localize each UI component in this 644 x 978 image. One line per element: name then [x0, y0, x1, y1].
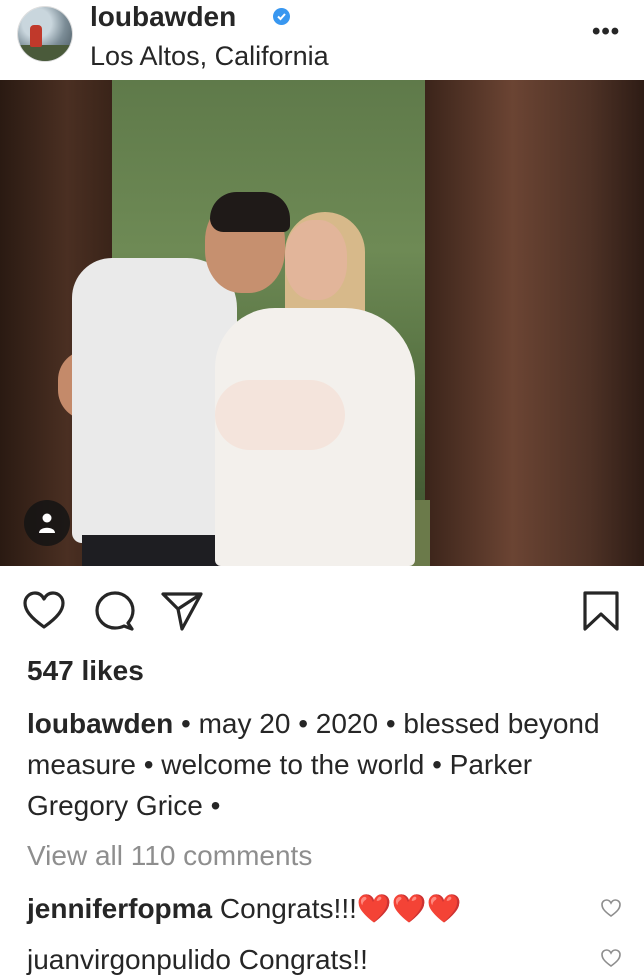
comment-like-heart-icon[interactable] [600, 898, 622, 918]
bookmark-icon[interactable] [582, 590, 620, 632]
comment-username[interactable]: jenniferfopma [27, 893, 212, 924]
post-action-bar [0, 566, 644, 656]
post-caption: loubawden • may 20 • 2020 • blessed beyo… [27, 703, 627, 826]
tree-trunk-right [425, 80, 644, 566]
woman-head [285, 220, 347, 300]
man-hair [210, 192, 290, 232]
profile-avatar[interactable] [18, 7, 72, 61]
avatar-landscape [18, 45, 72, 61]
post-photo[interactable] [0, 80, 644, 566]
user-tag-icon[interactable] [24, 500, 70, 546]
comment-text: Congrats!!! [212, 893, 357, 924]
comment-row: jenniferfopma Congrats!!!❤️❤️❤️ [27, 891, 587, 927]
heart-icon[interactable] [22, 590, 66, 630]
comment-row: juanvirgonpulido Congrats!! [27, 942, 587, 978]
likes-count[interactable]: 547 likes [27, 653, 144, 689]
newborn-baby [215, 380, 345, 450]
share-icon[interactable] [160, 590, 204, 632]
avatar-figure [30, 25, 42, 47]
post-username[interactable]: loubawden [90, 0, 236, 34]
man-shirt [72, 258, 237, 543]
comment-icon[interactable] [94, 590, 136, 632]
comment-like-heart-icon[interactable] [600, 948, 622, 968]
comment-emoji: ❤️❤️❤️ [356, 893, 462, 924]
post-location[interactable]: Los Altos, California [90, 39, 329, 73]
post-header: loubawden Los Altos, California ••• [0, 0, 644, 80]
more-options-button[interactable]: ••• [592, 18, 620, 46]
view-all-comments-link[interactable]: View all 110 comments [27, 838, 312, 874]
man-pants [82, 535, 222, 566]
verified-badge-icon [273, 8, 290, 25]
caption-username[interactable]: loubawden [27, 708, 173, 739]
